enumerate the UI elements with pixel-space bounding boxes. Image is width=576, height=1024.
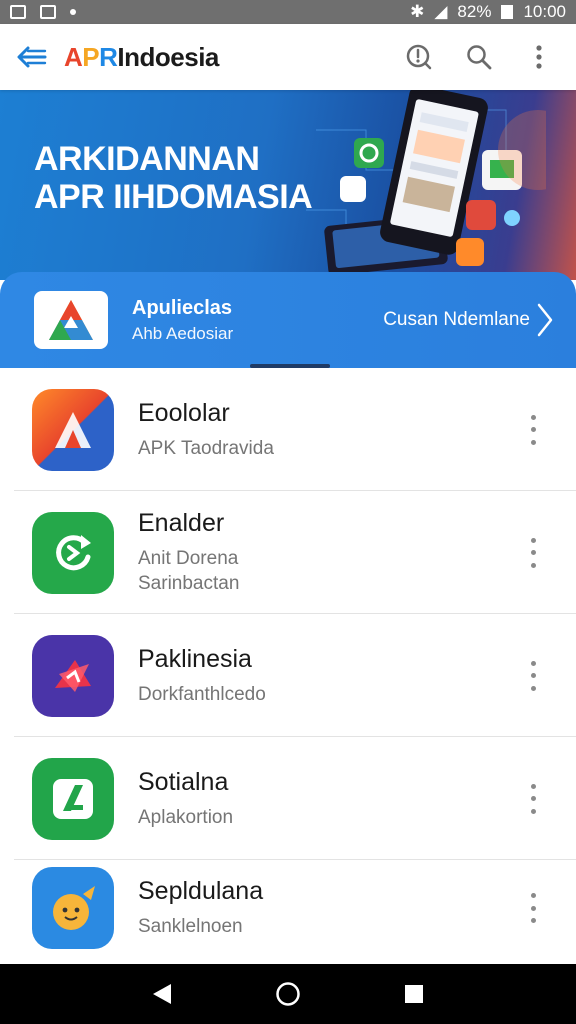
list-item[interactable]: Eoololar APK Taodravida — [0, 368, 576, 491]
alert-icon — [406, 44, 432, 70]
leaf-app-icon — [32, 757, 114, 840]
phone-illustration-icon — [306, 90, 546, 276]
star-app-icon — [32, 634, 114, 717]
system-nav-bar — [0, 964, 576, 1024]
back-arrow-icon — [17, 46, 47, 68]
featured-app-card[interactable]: Apulieclas Ahb Aedosiar Cusan Ndemlane — [0, 272, 576, 368]
more-vertical-icon[interactable] — [526, 893, 540, 923]
app-logo: A P R Indoesia — [64, 41, 219, 72]
featured-app-icon — [34, 291, 108, 349]
overflow-menu-button[interactable] — [522, 40, 556, 74]
chevron-right-icon — [537, 303, 553, 337]
back-button[interactable] — [0, 24, 64, 90]
search-button[interactable] — [462, 40, 496, 74]
hero-title-line2: APR IIHDOMASIA — [34, 178, 313, 216]
app-subtitle: APK Taodravida — [138, 437, 274, 459]
bluetooth-icon: ✱ — [410, 2, 425, 21]
list-item[interactable]: Paklinesia Dorkfanthlcedo — [0, 614, 576, 737]
more-vertical-icon[interactable] — [526, 414, 540, 445]
app-title: Paklinesia — [138, 644, 252, 673]
alert-button[interactable] — [402, 40, 436, 74]
more-vertical-icon[interactable] — [526, 783, 540, 814]
app-title: Sepldulana — [138, 877, 264, 905]
back-triangle-icon[interactable] — [151, 982, 173, 1006]
featured-app-subtitle: Ahb Aedosiar — [132, 323, 234, 343]
app-notification-icon — [40, 5, 56, 19]
featured-app-link-label: Cusan Ndemlane — [383, 309, 530, 330]
tab-indicator — [250, 364, 330, 368]
signal-icon: ◢ — [434, 2, 448, 21]
clock: 10:00 — [523, 2, 566, 21]
featured-app-link[interactable]: Cusan Ndemlane — [383, 302, 576, 338]
app-title: Eoololar — [138, 398, 230, 427]
app-subtitle: Anit Dorena Sarinbactan — [138, 548, 240, 594]
image-notification-icon — [10, 5, 26, 19]
refresh-app-icon — [32, 511, 114, 594]
hero-title-line1: ARKIDANNAN — [34, 140, 260, 178]
more-vertical-icon[interactable] — [526, 660, 540, 691]
app-list: Eoololar APK Taodravida Enalder Anit Dor… — [0, 368, 576, 956]
app-title: Enalder — [138, 509, 225, 537]
dot-notification-icon — [70, 9, 76, 15]
list-item[interactable]: Sotialna Aplakortion — [0, 737, 576, 860]
list-item[interactable]: Enalder Anit Dorena Sarinbactan — [0, 491, 576, 614]
app-bar: A P R Indoesia — [0, 24, 576, 90]
more-vertical-icon[interactable] — [526, 537, 540, 568]
more-vertical-icon — [536, 45, 542, 69]
app-subtitle: Dorkfanthlcedo — [138, 683, 266, 705]
battery-icon — [501, 5, 514, 19]
home-circle-icon[interactable] — [275, 981, 301, 1007]
battery-percent: 82% — [457, 2, 492, 21]
search-icon — [467, 45, 492, 70]
mascot-app-icon — [32, 867, 114, 949]
triangle-logo-icon — [49, 300, 93, 340]
status-bar: ✱ ◢ 82% 10:00 — [0, 0, 576, 24]
list-item[interactable]: Sepldulana Sanklelnoen — [0, 860, 576, 956]
featured-app-title: Apulieclas — [132, 296, 233, 319]
hero-title: ARKIDANNAN APR IIHDOMASIA — [34, 140, 313, 216]
hero-banner[interactable]: ARKIDANNAN APR IIHDOMASIA — [0, 90, 576, 280]
app-subtitle: Aplakortion — [138, 806, 234, 828]
arrow-app-icon — [32, 388, 114, 471]
app-subtitle: Sanklelnoen — [138, 916, 243, 937]
recents-square-icon[interactable] — [403, 983, 425, 1005]
app-title: Sotialna — [138, 767, 229, 796]
